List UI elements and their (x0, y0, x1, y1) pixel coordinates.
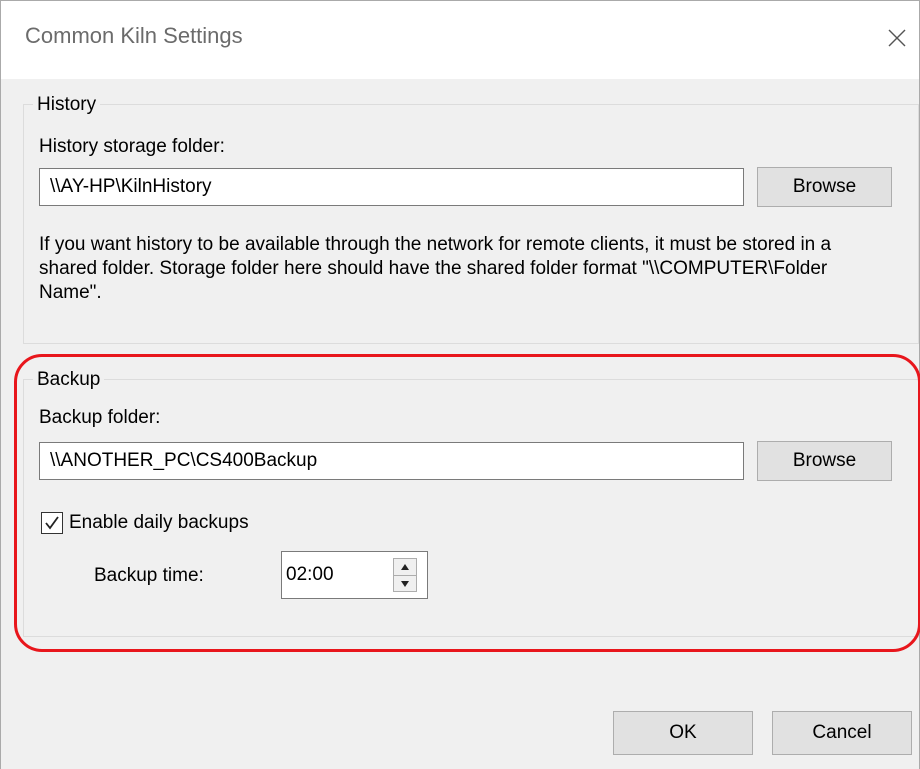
history-folder-label: History storage folder: (39, 136, 225, 157)
ok-button[interactable]: OK (613, 711, 753, 755)
history-group-label: History (33, 94, 101, 116)
backup-browse-button[interactable]: Browse (757, 441, 892, 481)
backup-time-label: Backup time: (94, 565, 204, 586)
backup-folder-label: Backup folder: (39, 407, 161, 428)
settings-dialog: Common Kiln Settings History History sto… (0, 0, 920, 769)
backup-folder-input[interactable]: \\ANOTHER_PC\CS400Backup (39, 442, 744, 480)
spin-up-button[interactable] (394, 559, 416, 575)
history-help-text: If you want history to be available thro… (39, 234, 832, 303)
history-folder-input[interactable]: \\AY-HP\KilnHistory (39, 168, 744, 206)
arrow-up-icon (401, 564, 409, 570)
dialog-title: Common Kiln Settings (25, 23, 243, 48)
backup-time-spin-buttons (393, 558, 417, 592)
backup-time-value[interactable]: 02:00 (286, 552, 334, 598)
close-button[interactable] (879, 15, 915, 61)
cancel-button[interactable]: Cancel (772, 711, 912, 755)
history-browse-button[interactable]: Browse (757, 167, 892, 207)
backup-group-label: Backup (33, 369, 105, 391)
arrow-down-icon (401, 580, 409, 587)
enable-daily-backups-checkbox[interactable] (41, 512, 63, 534)
title-bar: Common Kiln Settings (1, 1, 919, 79)
backup-time-stepper[interactable]: 02:00 (281, 551, 428, 599)
enable-daily-backups-label[interactable]: Enable daily backups (69, 512, 249, 534)
checkmark-icon (45, 516, 59, 530)
spin-down-button[interactable] (394, 575, 416, 591)
close-icon (888, 29, 906, 47)
